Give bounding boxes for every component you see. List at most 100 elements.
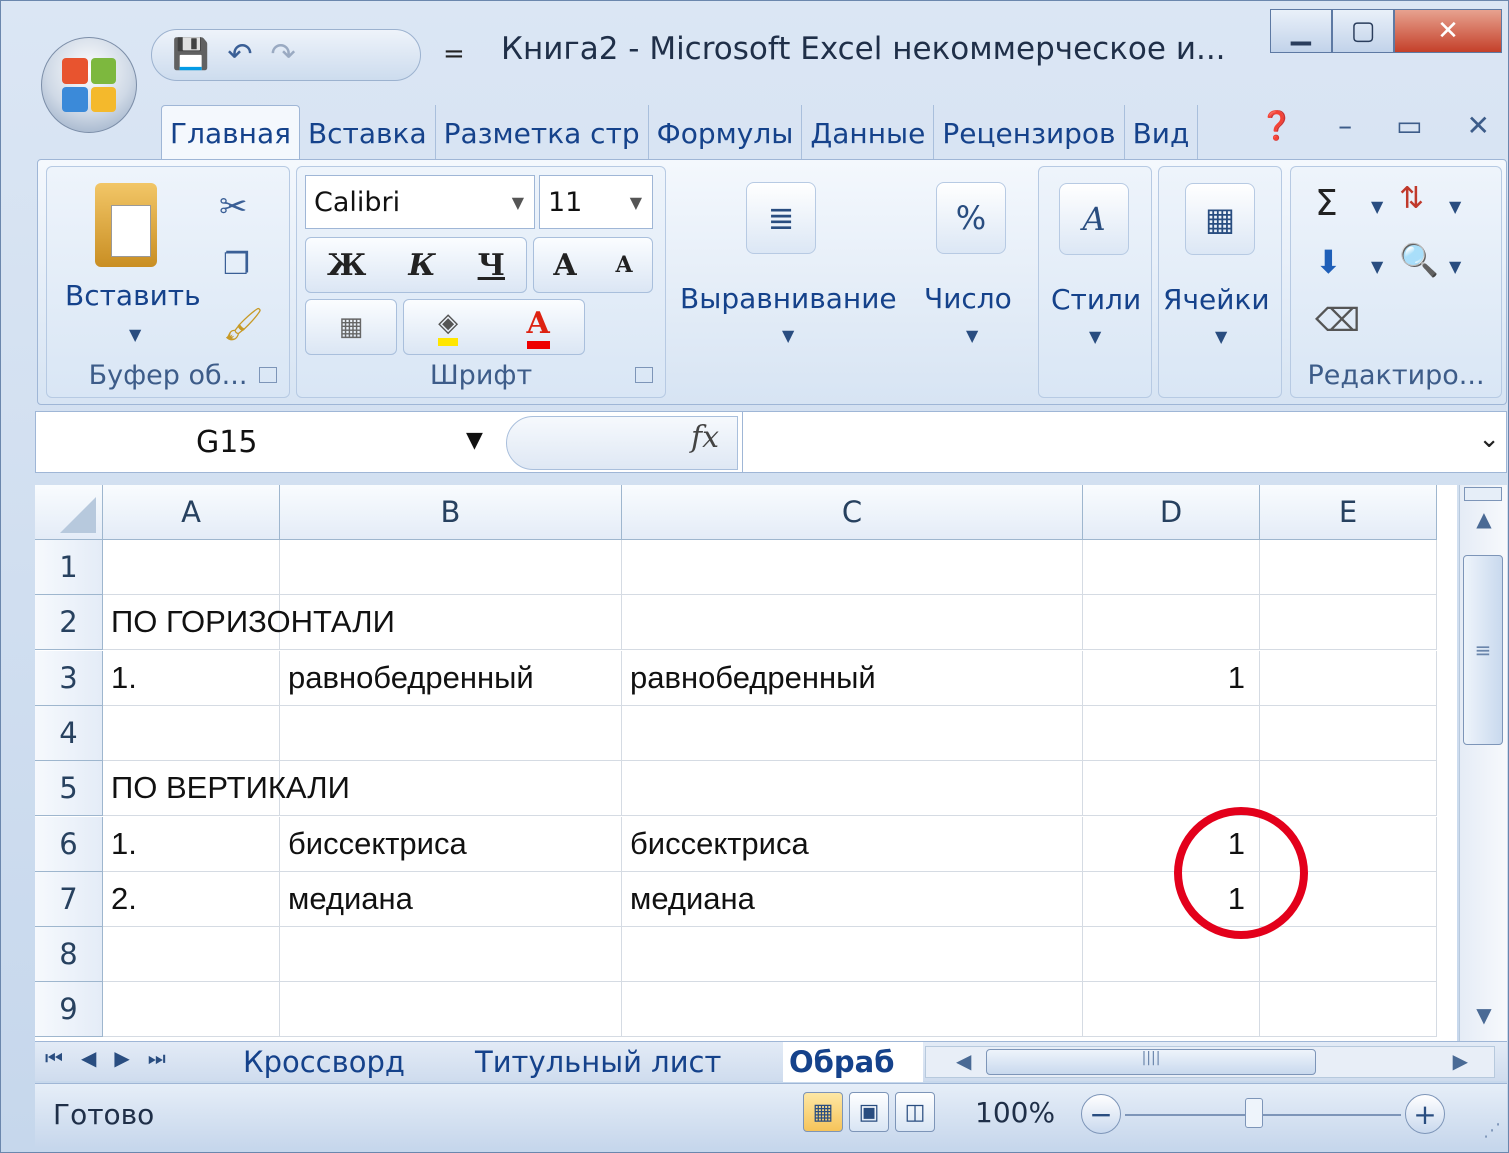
cell-a[interactable]: [103, 705, 280, 761]
tab-data[interactable]: Данные: [802, 105, 935, 161]
cell-d[interactable]: [1083, 705, 1260, 761]
alignment-group[interactable]: ≣ Выравнивание ▼: [674, 166, 906, 398]
cell-a[interactable]: [103, 927, 280, 983]
paste-label[interactable]: Вставить: [65, 279, 201, 312]
ribbon-close-icon[interactable]: ✕: [1467, 109, 1490, 142]
split-handle[interactable]: [1464, 487, 1502, 501]
next-sheet-icon[interactable]: ▶: [114, 1046, 129, 1070]
cell-b[interactable]: медиана: [280, 871, 622, 927]
cell-b[interactable]: равнобедренный: [280, 650, 622, 706]
column-header-c[interactable]: C: [622, 485, 1083, 540]
cell-d[interactable]: [1083, 540, 1260, 595]
minimize-button[interactable]: ▁: [1270, 9, 1332, 53]
cell-d[interactable]: 1: [1083, 650, 1260, 706]
cell-e[interactable]: [1260, 705, 1437, 761]
bold-button[interactable]: Ж: [327, 248, 366, 283]
tab-home[interactable]: Главная: [161, 105, 300, 161]
help-icon[interactable]: ❓: [1259, 109, 1294, 142]
cell-a[interactable]: ПО ВЕРТИКАЛИ: [103, 761, 350, 817]
paste-dropdown-icon[interactable]: ▼: [129, 325, 141, 344]
row-header[interactable]: 5: [35, 761, 103, 817]
cell-a[interactable]: 1.: [103, 650, 280, 706]
undo-icon[interactable]: ↶: [227, 40, 252, 70]
zoom-in-icon[interactable]: +: [1405, 1094, 1445, 1134]
cell-d[interactable]: [1083, 927, 1260, 983]
row-header[interactable]: 3: [35, 650, 103, 706]
fill-color-icon[interactable]: ◈: [438, 308, 459, 346]
cell-e[interactable]: [1260, 595, 1437, 651]
cell-c[interactable]: биссектриса: [622, 816, 1083, 872]
zoom-slider-thumb[interactable]: [1245, 1098, 1263, 1128]
cell-e[interactable]: [1260, 540, 1437, 595]
select-all-corner[interactable]: [35, 485, 103, 540]
cut-icon[interactable]: ✂: [219, 187, 248, 227]
first-sheet-icon[interactable]: ⏮: [45, 1046, 63, 1070]
cell-e[interactable]: [1260, 761, 1437, 817]
cell-c[interactable]: [622, 540, 1083, 595]
format-painter-icon[interactable]: 🖌: [223, 305, 264, 343]
column-header-d[interactable]: D: [1083, 485, 1260, 540]
page-break-view-icon[interactable]: ◫: [895, 1092, 935, 1132]
page-layout-view-icon[interactable]: ▣: [849, 1092, 889, 1132]
font-color-button[interactable]: A: [526, 306, 550, 349]
sort-filter-icon[interactable]: ⇅: [1399, 181, 1424, 216]
column-header-b[interactable]: B: [280, 485, 622, 540]
maximize-button[interactable]: ▢: [1332, 9, 1394, 53]
copy-icon[interactable]: ❐: [223, 247, 250, 282]
customize-qat-icon[interactable]: =: [443, 39, 465, 69]
cell-e[interactable]: [1260, 650, 1437, 706]
cell-e[interactable]: [1260, 927, 1437, 983]
redo-icon[interactable]: ↷: [271, 40, 296, 70]
underline-button[interactable]: Ч: [478, 248, 505, 283]
zoom-out-icon[interactable]: −: [1081, 1094, 1121, 1134]
cell-b[interactable]: [280, 982, 622, 1038]
borders-button[interactable]: ▦: [305, 299, 397, 355]
tab-review[interactable]: Рецензиров: [934, 105, 1125, 161]
formula-input[interactable]: [742, 412, 1466, 472]
cell-d[interactable]: [1083, 761, 1260, 817]
tab-view[interactable]: Вид: [1125, 105, 1199, 161]
paste-icon[interactable]: [95, 183, 157, 267]
cell-b[interactable]: [280, 540, 622, 595]
scroll-right-icon[interactable]: ▶: [1453, 1049, 1468, 1073]
font-name-select[interactable]: Calibri ▼: [305, 175, 535, 229]
ribbon-minimize-icon[interactable]: –: [1338, 109, 1352, 142]
tab-formulas[interactable]: Формулы: [649, 105, 803, 161]
cell-d[interactable]: [1083, 595, 1260, 651]
zoom-slider-track[interactable]: [1125, 1114, 1401, 1116]
row-header[interactable]: 8: [35, 927, 103, 983]
row-header[interactable]: 4: [35, 705, 103, 761]
vertical-scroll-thumb[interactable]: ≡: [1463, 555, 1503, 745]
cell-c[interactable]: [622, 595, 1083, 651]
autosum-icon[interactable]: Σ: [1315, 183, 1338, 224]
cell-d[interactable]: 1: [1083, 816, 1260, 872]
row-header[interactable]: 6: [35, 816, 103, 872]
autosum-dropdown-icon[interactable]: ▼: [1371, 197, 1383, 216]
spreadsheet-grid[interactable]: A B C D E 1 2 ПО ГОРИЗОНТАЛИ 3 1. равнобедрен…: [35, 485, 1457, 1041]
zoom-level[interactable]: 100%: [975, 1096, 1055, 1129]
cell-a[interactable]: [103, 982, 280, 1038]
scroll-down-icon[interactable]: ▼: [1460, 1003, 1508, 1033]
cell-b[interactable]: [280, 705, 622, 761]
cell-a[interactable]: 2.: [103, 871, 280, 927]
cell-c[interactable]: [622, 761, 1083, 817]
font-size-select[interactable]: 11 ▼: [539, 175, 653, 229]
fill-icon[interactable]: ⬇: [1315, 243, 1342, 281]
normal-view-icon[interactable]: ▦: [803, 1092, 843, 1132]
find-select-icon[interactable]: 🔍: [1399, 241, 1439, 279]
column-header-e[interactable]: E: [1260, 485, 1437, 540]
vertical-scrollbar[interactable]: ▲ ≡ ▼: [1459, 485, 1507, 1041]
prev-sheet-icon[interactable]: ◀: [81, 1046, 96, 1070]
cells-group[interactable]: ▦ Ячейки ▼: [1158, 166, 1282, 398]
cell-e[interactable]: [1260, 871, 1437, 927]
styles-group[interactable]: A Стили ▼: [1038, 166, 1152, 398]
name-box[interactable]: G15: [36, 412, 466, 472]
cell-b[interactable]: [280, 595, 622, 651]
clipboard-launcher-icon[interactable]: [259, 367, 277, 383]
sheet-tab-title[interactable]: Титульный лист: [475, 1042, 721, 1082]
sheet-tab-active[interactable]: Обраб: [783, 1042, 923, 1082]
last-sheet-icon[interactable]: ⏭: [148, 1046, 166, 1070]
ribbon-restore-icon[interactable]: ▭: [1396, 109, 1422, 142]
insert-function-icon[interactable]: fx: [691, 420, 719, 455]
row-header[interactable]: 9: [35, 982, 103, 1038]
